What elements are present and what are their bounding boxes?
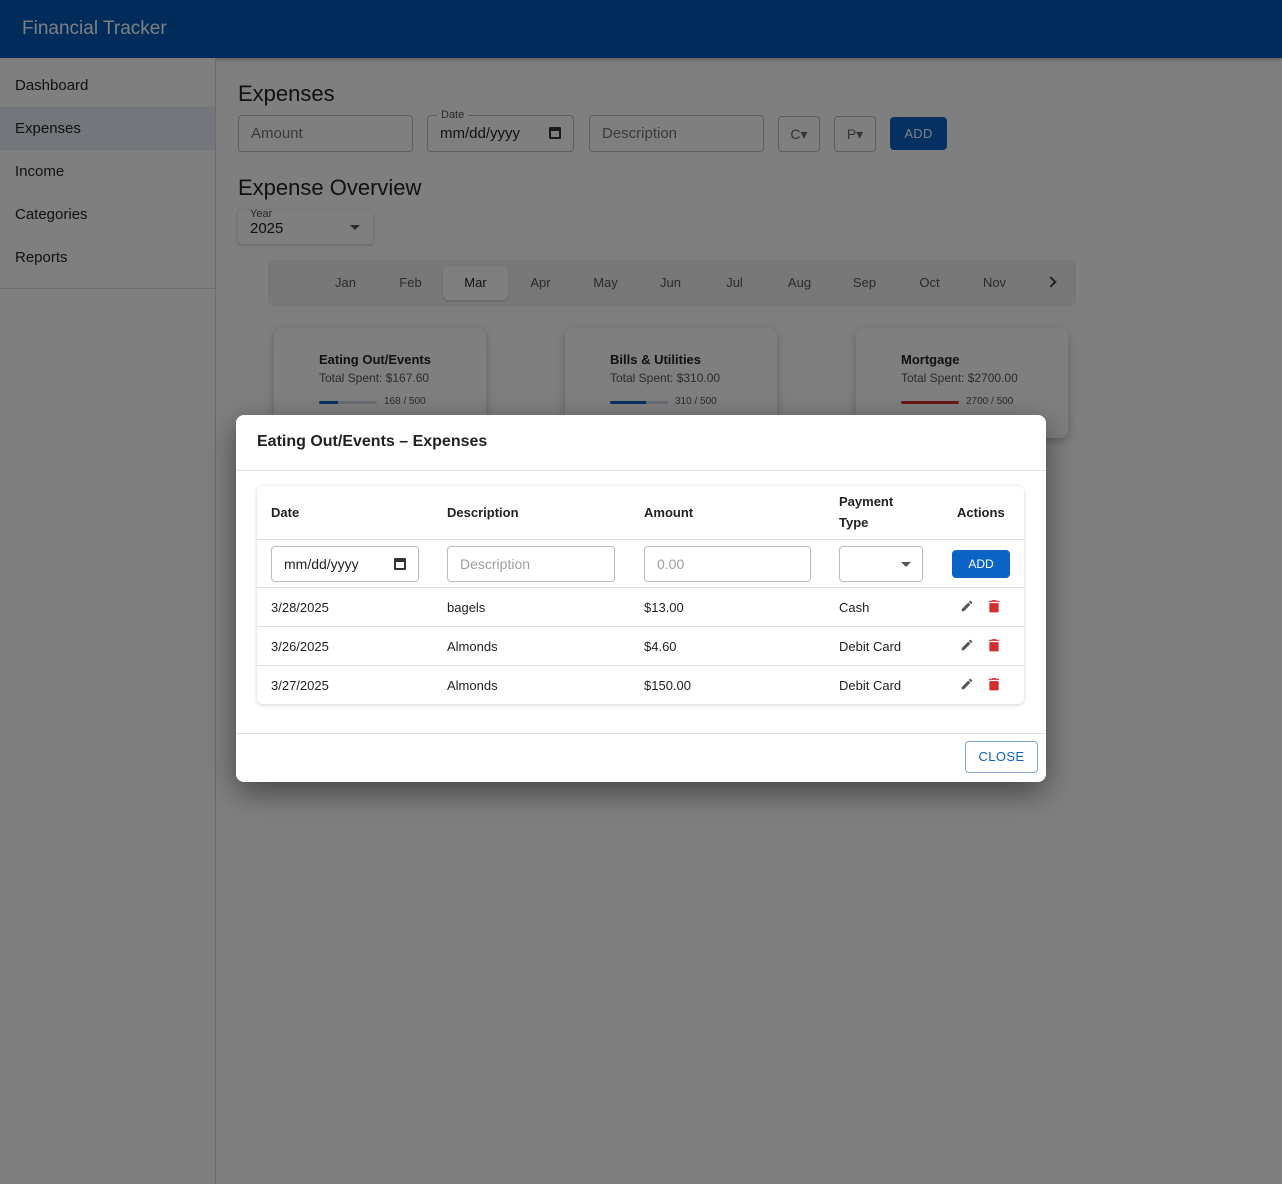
new-row-description-placeholder: Description — [460, 556, 531, 572]
new-row-payment-select[interactable] — [839, 546, 923, 582]
cell-date: 3/28/2025 — [271, 600, 329, 615]
cell-amount: $13.00 — [644, 600, 684, 615]
table-divider — [257, 539, 1024, 540]
dialog-title: Eating Out/Events – Expenses — [257, 433, 488, 450]
column-header-payment-line1: Payment — [839, 494, 894, 509]
new-row-date-placeholder: mm/dd/yyyy — [284, 556, 359, 572]
calendar-icon[interactable] — [394, 558, 406, 570]
table-divider — [257, 626, 1024, 627]
cell-amount: $4.60 — [644, 639, 677, 654]
cell-date: 3/27/2025 — [271, 678, 329, 693]
cell-date: 3/26/2025 — [271, 639, 329, 654]
delete-icon[interactable] — [988, 638, 1000, 652]
expenses-dialog: Eating Out/Events – Expenses Date Descri… — [236, 415, 1046, 782]
close-button[interactable]: CLOSE — [965, 741, 1038, 773]
new-row-description-input[interactable]: Description — [447, 546, 615, 582]
delete-icon[interactable] — [988, 599, 1000, 613]
column-header-payment-line2: Type — [839, 515, 869, 530]
expenses-table: Date Description Amount Payment Type Act… — [257, 486, 1024, 704]
table-divider — [257, 665, 1024, 666]
table-divider — [257, 587, 1024, 588]
cell-payment: Debit Card — [839, 639, 902, 654]
edit-icon[interactable] — [960, 677, 974, 691]
column-header-payment-type: Payment Type — [839, 491, 893, 533]
edit-icon[interactable] — [960, 638, 974, 652]
column-header-description: Description — [447, 505, 519, 520]
cell-description: bagels — [447, 600, 486, 615]
new-row-date-input[interactable]: mm/dd/yyyy — [271, 546, 419, 582]
delete-icon[interactable] — [988, 677, 1000, 691]
cell-description: Almonds — [447, 678, 498, 693]
cell-amount: $150.00 — [644, 678, 691, 693]
add-row-button[interactable]: ADD — [952, 550, 1010, 578]
column-header-actions: Actions — [957, 505, 1005, 520]
column-header-amount: Amount — [644, 505, 694, 520]
dialog-footer-divider — [236, 733, 1046, 734]
edit-icon[interactable] — [960, 599, 974, 613]
new-row-amount-input[interactable]: 0.00 — [644, 546, 811, 582]
cell-payment: Cash — [839, 600, 870, 615]
chevron-down-icon — [901, 562, 911, 567]
cell-description: Almonds — [447, 639, 498, 654]
dialog-divider — [236, 470, 1046, 471]
cell-payment: Debit Card — [839, 678, 902, 693]
column-header-date: Date — [271, 505, 300, 520]
new-row-amount-placeholder: 0.00 — [657, 556, 685, 572]
